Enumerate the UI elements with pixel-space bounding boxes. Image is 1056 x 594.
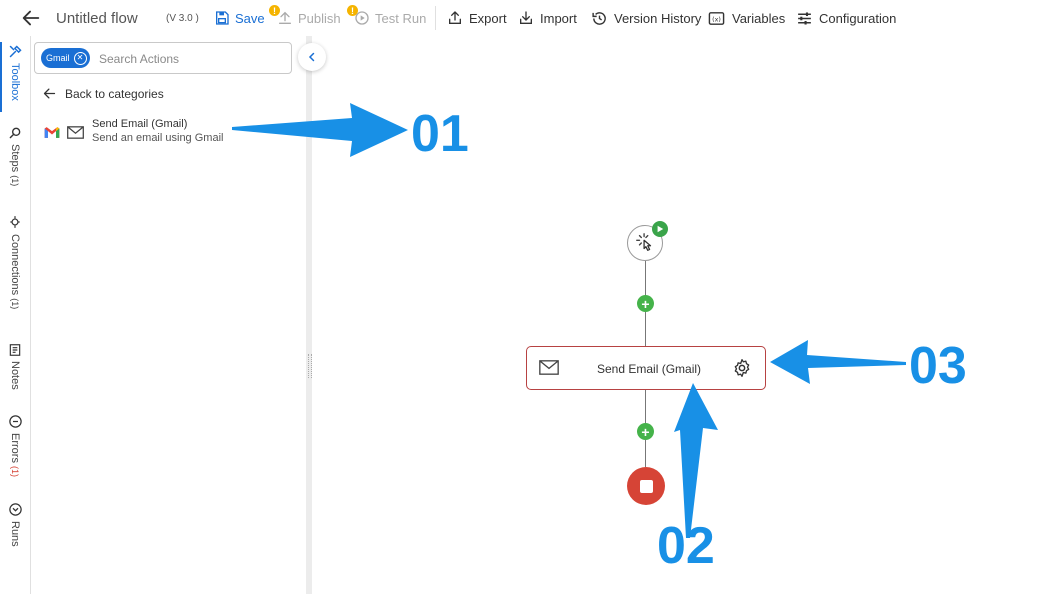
toolbar-divider bbox=[435, 6, 436, 30]
action-item-send-email[interactable]: Send Email (Gmail) Send an email using G… bbox=[44, 118, 223, 144]
rail-item-steps[interactable]: Steps (1) bbox=[0, 126, 30, 186]
callout-02: 02 bbox=[657, 517, 715, 575]
publish-label: Publish bbox=[298, 10, 341, 26]
rail-item-toolbox[interactable]: Toolbox bbox=[0, 44, 30, 101]
collapse-panel-button[interactable] bbox=[298, 43, 326, 71]
rail-item-errors[interactable]: Errors (1) bbox=[0, 414, 30, 477]
export-button[interactable]: Export bbox=[447, 0, 507, 36]
version-history-button[interactable]: Version History bbox=[591, 0, 701, 36]
step-send-email[interactable]: Send Email (Gmail) bbox=[526, 346, 766, 390]
publish-button[interactable]: ! Publish bbox=[269, 0, 341, 36]
rail-item-notes[interactable]: Notes bbox=[0, 343, 30, 390]
rail-label-connections: Connections (1) bbox=[9, 234, 21, 310]
chevron-left-icon bbox=[308, 52, 315, 62]
gmail-filter-chip[interactable]: Gmail ✕ bbox=[41, 48, 90, 68]
runs-icon bbox=[8, 503, 22, 516]
arrow-left-icon bbox=[43, 88, 56, 99]
chip-label: Gmail bbox=[46, 53, 70, 63]
end-node[interactable] bbox=[627, 467, 665, 505]
export-label: Export bbox=[469, 10, 507, 26]
add-step-button-1[interactable]: + bbox=[637, 295, 654, 312]
callout-01: 01 bbox=[411, 105, 469, 163]
gear-icon[interactable] bbox=[732, 358, 752, 378]
action-description: Send an email using Gmail bbox=[92, 132, 224, 144]
add-step-button-2[interactable]: + bbox=[637, 423, 654, 440]
configuration-button[interactable]: Configuration bbox=[796, 0, 896, 36]
configuration-label: Configuration bbox=[819, 10, 897, 26]
publish-warning-icon: ! bbox=[269, 5, 280, 16]
mail-icon bbox=[539, 360, 559, 375]
play-badge-icon[interactable] bbox=[652, 221, 668, 237]
test-run-warning-icon: ! bbox=[347, 5, 358, 16]
chip-close-icon[interactable]: ✕ bbox=[73, 51, 87, 65]
flow-title[interactable]: Untitled flow bbox=[56, 0, 138, 36]
variables-icon: (x) bbox=[708, 11, 725, 25]
rail-label-runs: Runs bbox=[9, 521, 21, 547]
gmail-logo-icon bbox=[44, 127, 60, 138]
top-bar: Untitled flow (V 3.0 ) Save ! Publish ! … bbox=[0, 0, 1056, 37]
export-icon bbox=[449, 11, 461, 24]
search-box[interactable]: Gmail ✕ bbox=[34, 42, 292, 74]
stop-icon bbox=[639, 479, 653, 493]
rail-label-steps: Steps (1) bbox=[9, 144, 21, 187]
svg-text:(x): (x) bbox=[712, 15, 721, 23]
back-label: Back to categories bbox=[65, 86, 164, 101]
test-run-label: Test Run bbox=[375, 10, 427, 26]
mail-icon bbox=[67, 126, 84, 139]
sliders-icon bbox=[798, 11, 811, 25]
back-to-categories-link[interactable]: Back to categories bbox=[42, 86, 164, 101]
variables-button[interactable]: (x) Variables bbox=[708, 0, 785, 36]
step-label: Send Email (Gmail) bbox=[597, 362, 702, 376]
import-button[interactable]: Import bbox=[518, 0, 577, 36]
rail-label-toolbox: Toolbox bbox=[9, 63, 21, 101]
version-history-label: Version History bbox=[614, 10, 702, 26]
import-icon bbox=[520, 11, 532, 24]
action-text: Send Email (Gmail) Send an email using G… bbox=[92, 118, 223, 144]
error-icon bbox=[8, 415, 22, 428]
rail-item-runs[interactable]: Runs bbox=[0, 502, 30, 547]
toolbox-icon bbox=[9, 45, 22, 58]
left-rail: Toolbox Steps (1) Connections (1) Notes … bbox=[0, 36, 31, 594]
search-icon bbox=[9, 127, 21, 139]
version-label: (V 3.0 ) bbox=[166, 12, 199, 24]
import-label: Import bbox=[540, 10, 577, 26]
click-trigger-icon bbox=[636, 233, 652, 251]
play-icon bbox=[657, 225, 664, 233]
rail-label-notes: Notes bbox=[9, 361, 21, 390]
action-title: Send Email (Gmail) bbox=[92, 118, 188, 130]
back-arrow-button[interactable] bbox=[20, 0, 42, 36]
arrow-left-icon bbox=[22, 10, 40, 26]
save-icon bbox=[216, 11, 229, 25]
rail-item-connections[interactable]: Connections (1) bbox=[0, 214, 30, 309]
test-run-button[interactable]: ! Test Run bbox=[347, 0, 426, 36]
rail-label-errors: Errors (1) bbox=[9, 433, 21, 478]
callout-03: 03 bbox=[909, 337, 967, 395]
variables-label: Variables bbox=[732, 10, 786, 26]
notes-icon bbox=[9, 344, 21, 356]
history-icon bbox=[592, 11, 606, 25]
plug-icon bbox=[10, 216, 20, 228]
save-button[interactable]: Save bbox=[214, 0, 265, 36]
save-label: Save bbox=[235, 10, 265, 26]
search-input[interactable] bbox=[97, 49, 286, 69]
